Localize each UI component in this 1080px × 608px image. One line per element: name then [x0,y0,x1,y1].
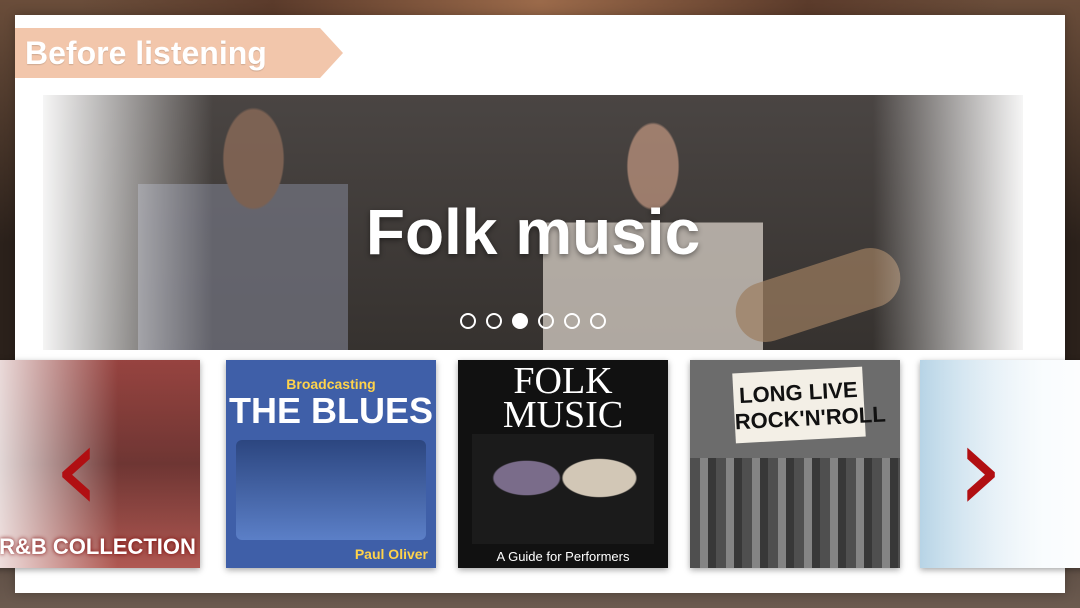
album-art [236,440,426,540]
thumbnail-folk-music-guide[interactable]: FOLK MUSIC A Guide for Performers [458,360,668,568]
thumbnail-subtitle: A Guide for Performers [496,549,630,564]
carousel-dot-1[interactable] [460,313,476,329]
chevron-left-icon[interactable]: ‹ [42,410,112,530]
carousel-indicators [43,313,1023,329]
thumbnail-label: R&B COLLECTION [0,534,196,559]
carousel-dot-5[interactable] [564,313,580,329]
hero-photo: Folk music [43,95,1023,350]
thumbnail-long-live-rock-n-roll[interactable]: LONG LIVE ROCK'N'ROLL [690,360,900,568]
thumbnail-author: Paul Oliver [354,546,428,562]
hero-title: Folk music [365,196,701,268]
chevron-right-icon[interactable]: › [945,410,1015,530]
thumbnail-main-text: FOLK MUSIC [502,360,624,436]
carousel-dot-6[interactable] [590,313,606,329]
carousel-dot-3-active[interactable] [512,313,528,329]
crowd-image [690,458,900,568]
protest-sign: LONG LIVE ROCK'N'ROLL [732,366,886,444]
thumbnail-strip: R&B COLLECTION Broadcasting THE BLUES Pa… [0,358,1080,573]
section-tag: Before listening [15,28,343,78]
thumbnail-main-text: THE BLUES [228,390,433,431]
hero-carousel[interactable]: Folk music [15,95,1065,350]
carousel-dot-2[interactable] [486,313,502,329]
thumbnail-broadcasting-the-blues[interactable]: Broadcasting THE BLUES Paul Oliver [226,360,436,568]
album-art [472,434,654,544]
carousel-dot-4[interactable] [538,313,554,329]
